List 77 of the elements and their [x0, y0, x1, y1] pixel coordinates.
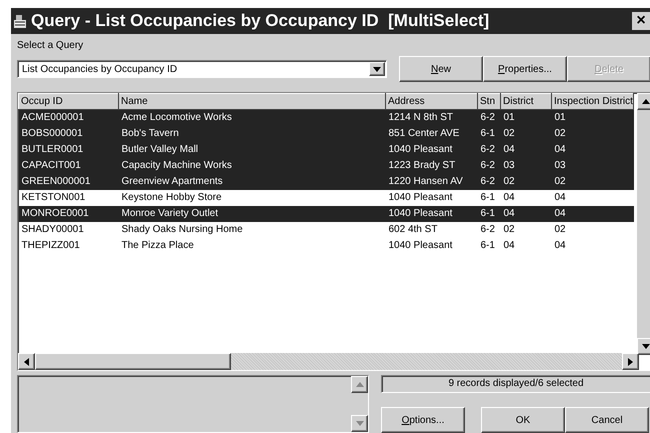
- query-button[interactable]: Properties...: [483, 56, 567, 82]
- query-dropdown[interactable]: List Occupancies by Occupancy ID: [17, 60, 387, 78]
- table-cell: Bob's Tavern: [118, 126, 386, 142]
- table-cell: 6-1: [478, 126, 500, 142]
- table-cell-text: THEPIZZ001: [20, 239, 81, 253]
- scroll-thumb[interactable]: [35, 353, 231, 370]
- table-cell-text: The Pizza Place: [120, 239, 195, 253]
- table-cell: Keystone Hobby Store: [118, 190, 386, 206]
- table-cell: 1040 Pleasant: [386, 206, 478, 222]
- table-cell: Greenview Apartments: [118, 174, 386, 190]
- table-cell: 6-1: [478, 206, 500, 222]
- table-cell: 04: [552, 142, 634, 158]
- table-cell: 6-2: [478, 222, 500, 238]
- column-header[interactable]: Address: [386, 94, 478, 110]
- table-cell: 02: [552, 174, 634, 190]
- table-cell: Monroe Variety Outlet: [118, 206, 386, 222]
- dropdown-arrow-icon: [373, 66, 381, 72]
- query-button[interactable]: New: [399, 56, 483, 82]
- table-cell: 6-2: [478, 142, 500, 158]
- table-cell: 04: [552, 206, 634, 222]
- scroll-up-icon[interactable]: [642, 99, 650, 104]
- table-cell: 04: [500, 190, 552, 206]
- table-cell: CAPACIT001: [18, 158, 118, 174]
- table-cell: GREEN000001: [18, 174, 118, 190]
- table-cell: 1040 Pleasant: [386, 190, 478, 206]
- field-label: Select a Query: [17, 39, 84, 53]
- table-cell: 1214 N 8th ST: [386, 110, 478, 126]
- table-cell: 02: [552, 126, 634, 142]
- table-cell: 6-2: [478, 158, 500, 174]
- table-cell: KETSTON001: [18, 190, 118, 206]
- table-cell: 02: [552, 222, 634, 238]
- close-button[interactable]: ×: [632, 12, 650, 30]
- dialog-button[interactable]: OK: [481, 407, 565, 433]
- window-title: Query - List Occupancies by Occupancy ID [MultiSelect]: [31, 10, 490, 32]
- table-cell-text: 04: [554, 239, 567, 253]
- column-header[interactable]: Inspection District: [552, 94, 634, 110]
- table-cell: SHADY00001: [18, 222, 118, 238]
- table-cell: MONROE0001: [18, 206, 118, 222]
- table-cell: 6-2: [478, 110, 500, 126]
- table-cell: Butler Valley Mall: [118, 142, 386, 158]
- column-header[interactable]: District: [500, 94, 552, 110]
- scroll-left-icon[interactable]: [24, 358, 29, 366]
- table-cell: 1220 Hansen AV: [386, 174, 478, 190]
- table-cell: Capacity Machine Works: [118, 158, 386, 174]
- table-cell: 04: [500, 206, 552, 222]
- table-cell: 6-1: [478, 190, 500, 206]
- table-cell-text: 1040 Pleasant: [388, 239, 454, 253]
- table-cell: 851 Center AVE: [386, 126, 478, 142]
- column-header[interactable]: Stn: [478, 94, 500, 110]
- table-cell: 6-2: [478, 174, 500, 190]
- dialog-button[interactable]: Options...: [381, 407, 465, 433]
- table-cell: BUTLER0001: [18, 142, 118, 158]
- table-cell-text: 04: [502, 239, 516, 253]
- table-cell: 01: [552, 110, 634, 126]
- table-cell: BOBS000001: [18, 126, 118, 142]
- table-cell: 03: [552, 158, 634, 174]
- table-cell: 02: [500, 222, 552, 238]
- table-cell: 03: [500, 158, 552, 174]
- column-header[interactable]: Name: [118, 94, 386, 110]
- status-text: 9 records displayed/6 selected: [381, 375, 650, 393]
- scroll-right-icon[interactable]: [628, 358, 633, 366]
- table-cell: 602 4th ST: [386, 222, 478, 238]
- table-cell: 04: [552, 190, 634, 206]
- table-cell-text: 6-1: [480, 239, 496, 253]
- column-header[interactable]: Occup ID: [18, 94, 118, 110]
- dialog-button[interactable]: Cancel: [565, 407, 649, 433]
- table-cell: 02: [500, 174, 552, 190]
- table-cell: ACME000001: [18, 110, 118, 126]
- table-cell: 1223 Brady ST: [386, 158, 478, 174]
- table-cell: 01: [500, 110, 552, 126]
- table-cell: 02: [500, 126, 552, 142]
- window-icon: [13, 13, 27, 29]
- table-cell: Shady Oaks Nursing Home: [118, 222, 386, 238]
- table-cell: 1040 Pleasant: [386, 142, 478, 158]
- table-cell: Acme Locomotive Works: [118, 110, 386, 126]
- scroll-down-icon[interactable]: [642, 344, 650, 349]
- table-cell: 04: [500, 142, 552, 158]
